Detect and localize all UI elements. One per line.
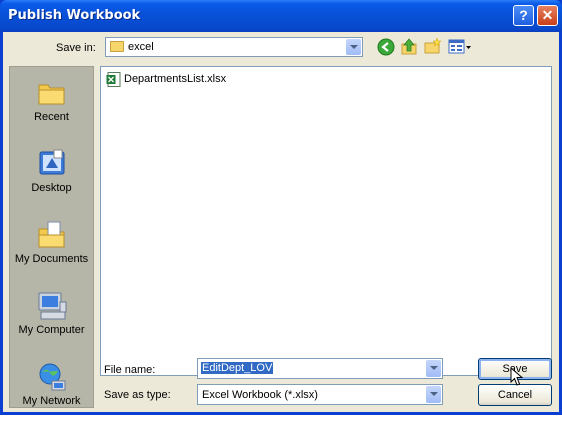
place-label: Recent [34,111,69,123]
file-name-input[interactable]: EditDept_LOV [197,358,443,379]
place-my-documents[interactable]: My Documents [10,213,93,281]
close-button[interactable]: ✕ [537,5,558,26]
place-recent[interactable]: Recent [10,71,93,139]
chevron-down-icon[interactable] [426,360,441,377]
dialog-body: Save in: excel Recent Desktop My Documen… [3,32,559,412]
file-name: DepartmentsList.xlsx [124,73,227,85]
file-list[interactable]: DepartmentsList.xlsx [100,66,552,376]
place-my-computer[interactable]: My Computer [10,284,93,352]
save-in-value: excel [128,41,154,53]
save-in-label: Save in: [56,42,96,54]
save-as-type-label: Save as type: [104,389,171,401]
save-as-type-dropdown[interactable]: Excel Workbook (*.xlsx) [197,384,443,405]
save-as-type-value: Excel Workbook (*.xlsx) [202,389,318,401]
place-desktop[interactable]: Desktop [10,142,93,210]
excel-file-icon [106,72,121,87]
my-network-icon [39,363,66,391]
title-bar[interactable]: Publish Workbook ? ✕ [0,0,562,32]
place-label: My Network [22,395,81,407]
cancel-button[interactable]: Cancel [478,384,552,406]
place-label: My Computer [18,324,85,336]
publish-workbook-dialog: Publish Workbook ? ✕ Save in: excel Rece… [0,0,562,415]
up-one-level-icon[interactable] [400,37,418,55]
new-folder-icon[interactable] [424,37,442,55]
views-menu-icon[interactable] [448,38,472,56]
desktop-icon [39,149,65,175]
save-in-dropdown[interactable]: excel [105,37,363,57]
folder-icon [110,41,124,52]
mouse-cursor-icon [510,367,524,386]
file-name-label: File name: [104,364,156,376]
place-my-network[interactable]: My Network [10,355,93,423]
my-computer-icon [38,292,67,320]
dialog-title: Publish Workbook [8,8,141,23]
back-icon[interactable] [377,38,395,56]
help-button[interactable]: ? [513,5,534,26]
places-bar: Recent Desktop My Documents My Computer … [9,66,94,408]
file-name-value: EditDept_LOV [201,362,274,374]
chevron-down-icon[interactable] [346,39,361,55]
recent-icon [38,84,65,105]
chevron-down-icon[interactable] [426,386,441,403]
my-documents-icon [38,221,65,248]
place-label: My Documents [14,253,89,265]
place-label: Desktop [31,182,72,194]
